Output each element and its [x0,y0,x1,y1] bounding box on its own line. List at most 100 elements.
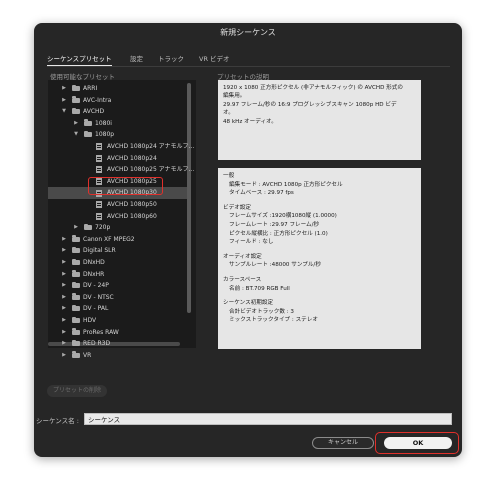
folder-item[interactable]: ▶ 1080i [48,118,187,130]
folder-item[interactable]: ▼ AVCHD [48,106,187,118]
tree-item-label: AVCHD 1080p50 [107,201,157,208]
folder-item[interactable]: ▶ RED R3D [48,338,187,350]
delete-preset-button[interactable]: プリセットの削除 [47,385,107,397]
folder-item[interactable]: ▶ ProRes RAW [48,327,187,339]
video-settings-heading: ビデオ設定 [223,204,251,211]
description-line: 48 kHz オーディオ。 [223,118,277,125]
field-order: フィールド : なし [229,239,274,246]
folder-item[interactable]: ▶ DNxHR [48,269,187,281]
tree-item-label: HDV [83,317,97,324]
folder-icon [72,293,80,300]
tree-item-label: DV - 24P [83,282,109,290]
folder-icon [72,258,80,265]
tree-item-label: 1080p [95,131,115,139]
chevron-right-icon[interactable]: ▶ [60,338,68,350]
folder-icon [72,270,80,277]
tree-item-label: DNxHD [83,259,105,266]
folder-icon [72,316,80,323]
chevron-right-icon[interactable]: ▶ [60,257,68,269]
chevron-right-icon[interactable]: ▶ [60,83,68,95]
description-line: 29.97 フレーム/秒の 16:9 プログレッシブスキャン 1080p HD … [223,101,397,108]
preset-file-icon [96,201,102,209]
folder-icon [84,119,92,126]
mix-track-type: ミックストラックタイプ : ステレオ [229,317,318,324]
folder-item[interactable]: ▶ 720p [48,222,187,234]
chevron-down-icon[interactable]: ▼ [60,106,68,118]
chevron-right-icon[interactable]: ▶ [60,350,68,362]
tab-sequence-presets[interactable]: シーケンスプリセット [47,53,112,66]
tree-item-label: AVCHD 1080p24 [107,154,157,162]
preset-file-icon [96,166,102,174]
sequence-name-input[interactable] [84,413,452,425]
folder-icon [84,223,92,231]
tree-item-label: AVCHD 1080p24 アナモルフ... [107,143,195,150]
tab-vr-video[interactable]: VR ビデオ [199,53,230,63]
tree-item-label: VR [83,351,92,359]
folder-icon [72,328,80,335]
tree-item-label: DNxHR [83,270,105,278]
frame-size: フレームサイズ :1920横1080縦 (1.0000) [229,213,337,220]
folder-icon [72,235,80,242]
tree-item-label: AVC-Intra [83,96,112,104]
chevron-right-icon[interactable]: ▶ [60,303,68,315]
folder-item[interactable]: ▶ DNxHD [48,257,187,269]
folder-item[interactable]: ▶ DV - PAL [48,303,187,315]
preset-item[interactable]: AVCHD 1080p25 アナモルフ... [48,164,194,176]
chevron-right-icon[interactable]: ▶ [60,280,68,292]
tab-settings[interactable]: 設定 [130,53,143,63]
chevron-right-icon[interactable]: ▶ [60,315,68,327]
preset-item[interactable]: AVCHD 1080p60 [48,211,187,223]
folder-item[interactable]: ▶ ARRI [48,83,187,95]
chevron-right-icon[interactable]: ▶ [60,234,68,246]
folder-icon [84,130,92,138]
preset-item[interactable]: AVCHD 1080p24 [48,153,187,165]
folder-item[interactable]: ▶ DV - NTSC [48,292,187,304]
scrollbar-thumb[interactable] [187,83,191,313]
pixel-aspect: ピクセル縦横比 : 正方形ピクセル (1.0) [229,230,328,237]
preset-file-icon [96,154,102,162]
timebase: タイムベース : 29.97 fps [229,190,294,197]
folder-icon [72,339,80,347]
color-space-name: 名前 : BT.709 RGB Full [229,285,290,292]
folder-icon [72,281,80,289]
chevron-right-icon[interactable]: ▶ [60,269,68,281]
preset-tree-vscrollbar[interactable] [187,80,191,348]
chevron-right-icon[interactable]: ▶ [60,292,68,304]
preset-item[interactable]: AVCHD 1080p24 アナモルフ... [48,141,194,153]
color-space-heading: カラースペース [223,276,262,283]
chevron-right-icon[interactable]: ▶ [60,245,68,257]
sample-rate: サンプルレート :48000 サンプル/秒 [229,262,321,269]
ok-button[interactable]: OK [384,437,452,449]
chevron-right-icon[interactable]: ▶ [72,222,80,234]
video-track-count: 合計ビデオトラック数 : 3 [229,308,294,315]
preset-details-box: 一般 編集モード : AVCHD 1080p 正方形ピクセル タイムベース : … [218,168,421,349]
tree-item-label: AVCHD 1080p25 アナモルフ... [107,166,195,174]
description-line: オ。 [223,110,234,117]
folder-item[interactable]: ▶ AVC-Intra [48,95,187,107]
tree-item-label: 1080i [95,119,112,127]
preset-description-box: 1920 x 1080 正方形ピクセル (非アナモルフィック) の AVCHD … [218,80,421,160]
tree-item-label: ARRI [83,85,98,92]
folder-icon [72,246,80,254]
edit-mode: 編集モード : AVCHD 1080p 正方形ピクセル [229,181,343,188]
tree-item-label: 720p [95,224,111,232]
tree-item-label: RED R3D [83,340,111,348]
folder-item[interactable]: ▶ Canon XF MPEG2 [48,234,187,246]
sequence-name-label: シーケンス名 : [36,417,79,425]
folder-item[interactable]: ▶ VR [48,350,187,362]
chevron-right-icon[interactable]: ▶ [72,118,80,130]
tree-item-label: DV - NTSC [83,293,114,301]
folder-item[interactable]: ▶ Digital SLR [48,245,187,257]
folder-item[interactable]: ▶ HDV [48,315,187,327]
folder-item[interactable]: ▼ 1080p [48,129,187,141]
chevron-right-icon[interactable]: ▶ [60,95,68,107]
preset-item[interactable]: AVCHD 1080p50 [48,199,187,211]
chevron-right-icon[interactable]: ▶ [60,327,68,339]
cancel-button[interactable]: キャンセル [312,437,374,449]
tab-tracks[interactable]: トラック [158,53,184,63]
folder-item[interactable]: ▶ DV - 24P [48,280,187,292]
preset-file-icon [96,212,102,220]
tree-item-label: Digital SLR [83,247,116,255]
chevron-down-icon[interactable]: ▼ [72,129,80,141]
selection-annotation [88,177,163,195]
